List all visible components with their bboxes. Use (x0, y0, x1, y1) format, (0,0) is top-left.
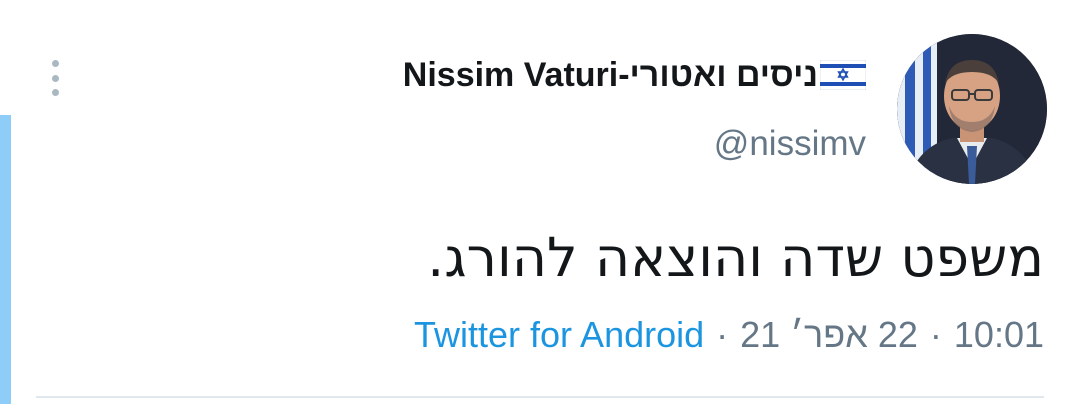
thread-indicator-bar (0, 115, 11, 404)
tweet-metadata: Twitter for Android · 22 אפר׳ 21 · 10:01 (414, 314, 1044, 356)
display-name-text: Nissim Vaturi-ניסים ואטורי (402, 55, 818, 94)
tweet-time: 10:01 (953, 314, 1044, 355)
more-options-icon[interactable] (38, 58, 72, 98)
display-name[interactable]: Nissim Vaturi-ניסים ואטורי (402, 52, 867, 98)
israel-flag-icon (819, 59, 867, 91)
divider (36, 396, 1044, 398)
profile-photo (897, 34, 1047, 184)
avatar[interactable] (897, 34, 1047, 184)
meta-separator: · (716, 314, 729, 355)
tweet-source-link[interactable]: Twitter for Android (414, 314, 704, 356)
tweet-text: משפט שדה והוצאה להורג. (427, 226, 1044, 289)
tweet-date: 22 אפר׳ 21 (740, 314, 918, 355)
tweet-detail: Nissim Vaturi-ניסים ואטורי @nissimv משפט… (0, 0, 1080, 404)
user-handle[interactable]: @nissimv (714, 124, 866, 164)
meta-separator: · (929, 314, 942, 355)
